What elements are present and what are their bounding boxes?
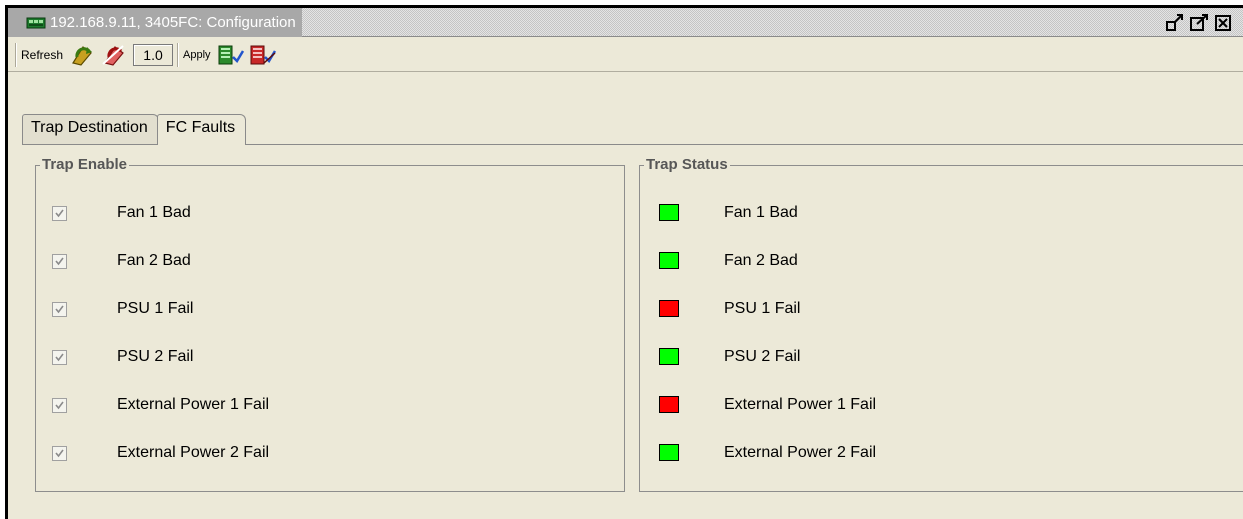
window-controls [1163,13,1235,33]
trap-status-row: Fan 1 Bad [640,200,1243,226]
trap-enable-row: Fan 1 Bad [36,200,624,226]
trap-enable-checkbox[interactable] [52,206,67,221]
refresh-label[interactable]: Refresh [21,48,63,62]
trap-enable-checkbox[interactable] [52,350,67,365]
trap-enable-group: Trap Enable Fan 1 Bad Fan 2 Bad PSU 1 Fail… [35,156,625,492]
dock-icon[interactable] [1165,13,1187,33]
trap-enable-row: PSU 2 Fail [36,344,624,370]
trap-status-label: Fan 2 Bad [724,252,798,269]
trap-status-row: External Power 2 Fail [640,440,1243,466]
title-bar[interactable]: 192.168.9.11, 3405FC: Configuration [8,8,1243,37]
trap-enable-row: External Power 2 Fail [36,440,624,466]
trap-status-label: PSU 2 Fail [724,348,801,365]
trap-enable-title: Trap Enable [40,156,130,173]
status-indicator [659,300,679,317]
cancel-apply-icon[interactable] [247,43,277,67]
trap-status-label: External Power 1 Fail [724,396,877,413]
tab-fc-faults[interactable]: FC Faults [156,114,247,145]
trap-status-row: External Power 1 Fail [640,392,1243,418]
trap-status-row: PSU 1 Fail [640,296,1243,322]
status-indicator [659,252,679,269]
toolbar: Refresh 1.0 Apply [8,38,1243,72]
trap-enable-checkbox[interactable] [52,446,67,461]
trap-status-label: PSU 1 Fail [724,300,801,317]
trap-enable-label: Fan 2 Bad [117,252,191,269]
trap-enable-checkbox[interactable] [52,398,67,413]
trap-enable-checkbox[interactable] [52,254,67,269]
device-icon [26,16,46,30]
trap-enable-label: External Power 2 Fail [117,444,270,461]
apply-icon[interactable] [215,43,245,67]
trap-status-title: Trap Status [644,156,730,173]
apply-label[interactable]: Apply [183,49,211,61]
stop-refresh-icon[interactable] [99,43,129,67]
toolbar-separator [177,42,180,67]
configuration-window: 192.168.9.11, 3405FC: Configuration Refr… [5,5,1243,519]
trap-enable-row: Fan 2 Bad [36,248,624,274]
trap-status-row: PSU 2 Fail [640,344,1243,370]
status-indicator [659,444,679,461]
title-area: 192.168.9.11, 3405FC: Configuration [8,8,302,37]
trap-enable-row: External Power 1 Fail [36,392,624,418]
trap-enable-checkbox[interactable] [52,302,67,317]
trap-status-label: Fan 1 Bad [724,204,798,221]
zoom-field[interactable]: 1.0 [133,43,174,66]
window-title: 192.168.9.11, 3405FC: Configuration [50,14,296,31]
refresh-icon[interactable] [67,43,97,67]
trap-status-label: External Power 2 Fail [724,444,877,461]
trap-enable-label: External Power 1 Fail [117,396,270,413]
close-icon[interactable] [1213,13,1235,33]
tab-strip: Trap Destination FC Faults [22,114,247,145]
status-indicator [659,396,679,413]
toolbar-separator [15,42,17,67]
tab-trap-destination[interactable]: Trap Destination [22,114,159,145]
trap-enable-row: PSU 1 Fail [36,296,624,322]
maximize-icon[interactable] [1189,13,1211,33]
trap-status-row: Fan 2 Bad [640,248,1243,274]
trap-enable-label: PSU 2 Fail [117,348,194,365]
trap-enable-label: Fan 1 Bad [117,204,191,221]
trap-status-group: Trap Status Fan 1 Bad Fan 2 Bad PSU 1 Fail… [639,156,1243,492]
status-indicator [659,348,679,365]
status-indicator [659,204,679,221]
trap-enable-label: PSU 1 Fail [117,300,194,317]
